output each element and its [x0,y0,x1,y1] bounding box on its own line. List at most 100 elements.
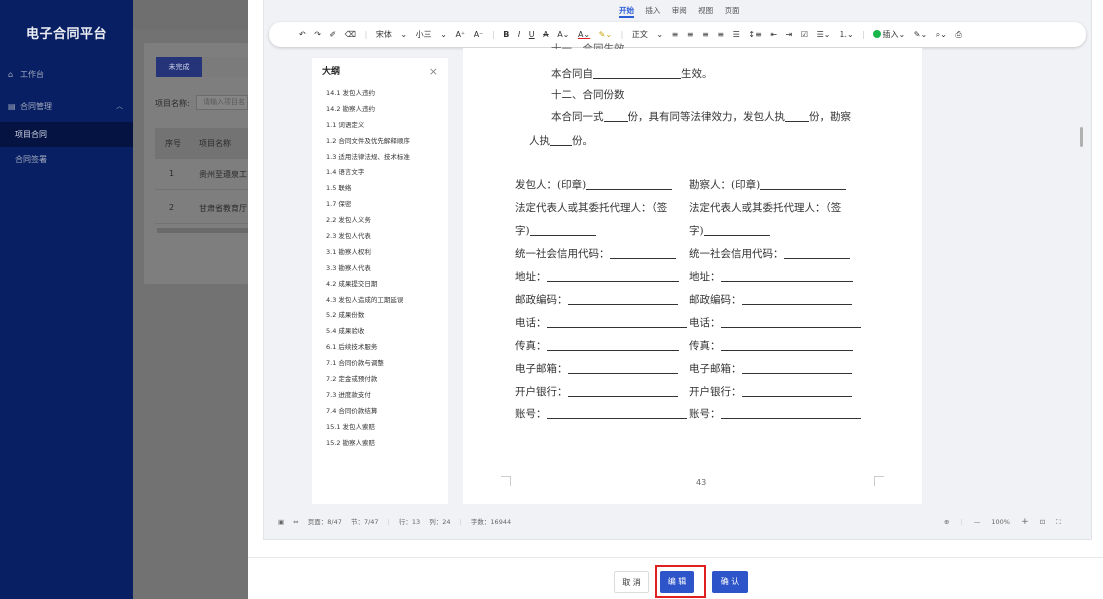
outline-item[interactable]: 5.4 成果验收 [326,324,448,340]
confirm-button[interactable]: 确 认 [712,571,748,593]
row-name: 贵州至遵泉工 [199,170,247,179]
outline-item[interactable]: 5.2 成果份数 [326,308,448,324]
zoom-out-button[interactable]: — [974,518,981,526]
outline-item[interactable]: 4.2 成果提交日期 [326,277,448,293]
surveyor-postcode: 邮政编码： [689,292,852,307]
plus-circle-icon [873,30,882,38]
page-number: 43 [696,478,707,487]
outline-item[interactable]: 15.2 勘察人索赔 [326,436,448,452]
bullet-list-icon[interactable]: ☰⌄ [817,22,831,47]
outline-item[interactable]: 4.3 发包人造成的工期延误 [326,293,448,309]
chevron-down-icon[interactable]: ⌄ [656,22,663,47]
fit-page-icon[interactable]: ⊡ [1040,518,1045,526]
increase-font-icon[interactable]: A⁺ [455,22,465,47]
close-icon[interactable]: × [429,58,438,86]
outline-item[interactable]: 14.1 发包人违约 [326,86,448,102]
chevron-down-icon[interactable]: ⌄ [440,22,447,47]
document-view-icon[interactable]: ▣ [278,518,284,526]
bold-icon[interactable]: B [503,22,509,47]
search-input[interactable]: 请输入项目名 [196,95,248,110]
document-editor: 开始 插入 审阅 视图 页面 ↶ ↷ ✐ ⌫ | 宋体 ⌄ 小三 ⌄ A⁺ A⁻… [263,0,1092,540]
fullscreen-icon[interactable]: ⛶ [1056,518,1061,526]
format-painter-icon[interactable]: ✐ [330,22,337,47]
outline-item[interactable]: 1.2 合同文件及优先解释顺序 [326,134,448,150]
clear-format-icon[interactable]: ⌫ [345,22,356,47]
italic-icon[interactable]: I [518,22,520,47]
distributed-icon[interactable]: ☰ [733,22,740,47]
outline-item[interactable]: 7.1 合同价款与调整 [326,356,448,372]
checkbox-list-icon[interactable]: ☑ [801,22,808,47]
surveyor-fax: 传真： [689,338,853,353]
tab-start[interactable]: 开始 [619,6,634,18]
paragraph-style-select[interactable]: 正文 [632,22,648,47]
outline-item[interactable]: 1.3 适用法律法规、技术标准 [326,150,448,166]
redo-icon[interactable]: ↷ [314,22,321,47]
copies-clause-line2: 人执 份。 [529,135,593,147]
search-icon[interactable]: ⌕⌄ [936,22,947,47]
nav-label: 合同管理 [20,102,52,111]
row-index: 1 [169,169,175,178]
tab-page[interactable]: 页面 [725,6,740,15]
vertical-scrollbar[interactable] [1080,127,1083,147]
subnav-item-project-contract[interactable]: 项目合同 [0,122,133,147]
outline-item[interactable]: 6.1 后续技术服务 [326,340,448,356]
chevron-down-icon[interactable]: ⌄ [400,22,407,47]
tab-view[interactable]: 视图 [698,6,713,15]
outline-item[interactable]: 1.1 词语定义 [326,118,448,134]
employer-phone: 电话： [515,315,687,330]
surveyor-rep-field: 法定代表人或其委托代理人：（签 [689,202,842,214]
numbered-list-icon[interactable]: ⒈⌄ [839,22,854,47]
employer-postcode: 邮政编码： [515,292,678,307]
editor-toolbar: ↶ ↷ ✐ ⌫ | 宋体 ⌄ 小三 ⌄ A⁺ A⁻ | B I U A A⌄ A… [269,22,1086,47]
outline-item[interactable]: 15.1 发包人索赔 [326,420,448,436]
outdent-icon[interactable]: ⇤ [770,22,777,47]
horizontal-scrollbar[interactable] [157,228,248,233]
employer-address: 地址： [515,269,679,284]
status-word-count: 字数：16944 [470,518,512,526]
undo-icon[interactable]: ↶ [299,22,306,47]
outline-item[interactable]: 7.3 进度款支付 [326,388,448,404]
outline-item[interactable]: 1.7 保密 [326,197,448,213]
outline-item[interactable]: 3.1 勘察人权利 [326,245,448,261]
tab-other[interactable] [202,57,248,77]
font-size-select[interactable]: 小三 [416,22,432,47]
cancel-button[interactable]: 取 消 [614,571,649,593]
outline-item[interactable]: 14.2 勘察人违约 [326,102,448,118]
font-family-select[interactable]: 宋体 [376,22,392,47]
outline-item[interactable]: 1.5 联络 [326,181,448,197]
strikethrough-icon[interactable]: A [543,22,548,47]
table-row[interactable]: 2 甘肃省教育厅 [155,193,248,224]
indent-icon[interactable]: ⇥ [786,22,793,47]
footer-divider [248,557,1103,558]
align-center-icon[interactable]: ≡ [687,22,694,47]
globe-icon[interactable]: ⊕ [944,518,949,526]
subnav-item-contract-sign[interactable]: 合同签署 [0,147,133,172]
employer-credit-code: 统一社会信用代码： [515,246,676,261]
paint-icon[interactable]: ✎⌄ [914,22,927,47]
nav-item-contract-management[interactable]: ▤ 合同管理 ︿ [0,94,133,119]
outline-item[interactable]: 3.3 勘察人代表 [326,261,448,277]
tab-incomplete[interactable]: 未完成 [156,57,202,77]
page-width-icon[interactable]: ⇔ [293,518,298,526]
decrease-font-icon[interactable]: A⁻ [474,22,484,47]
outline-item[interactable]: 1.4 语言文字 [326,165,448,181]
tab-insert[interactable]: 插入 [645,6,660,15]
align-right-icon[interactable]: ≡ [702,22,709,47]
outline-item[interactable]: 2.2 发包人义务 [326,213,448,229]
print-icon[interactable]: ⎙ [955,22,961,47]
zoom-in-button[interactable]: + [1021,517,1029,527]
align-justify-icon[interactable]: ≡ [717,22,724,47]
search-label: 项目名称: [155,99,190,108]
insert-button[interactable]: 插入⌄ [873,22,905,47]
table-row[interactable]: 1 贵州至遵泉工 [155,159,248,190]
outline-item[interactable]: 2.3 发包人代表 [326,229,448,245]
document-page[interactable]: 十一、合同生效 本合同自 生效。 十二、合同份数 本合同一式 份，具有同等法律效力，… [463,43,922,504]
outline-item[interactable]: 7.4 合同价款结算 [326,404,448,420]
align-left-icon[interactable]: ≡ [672,22,679,47]
tab-review[interactable]: 审阅 [672,6,687,15]
outline-item[interactable]: 7.2 定金或预付款 [326,372,448,388]
zoom-level: 100% [991,518,1010,526]
line-spacing-icon[interactable]: ↕≡ [748,22,761,47]
nav-item-workbench[interactable]: ⌂ 工作台 [0,62,133,87]
underline-icon[interactable]: U [529,22,535,47]
